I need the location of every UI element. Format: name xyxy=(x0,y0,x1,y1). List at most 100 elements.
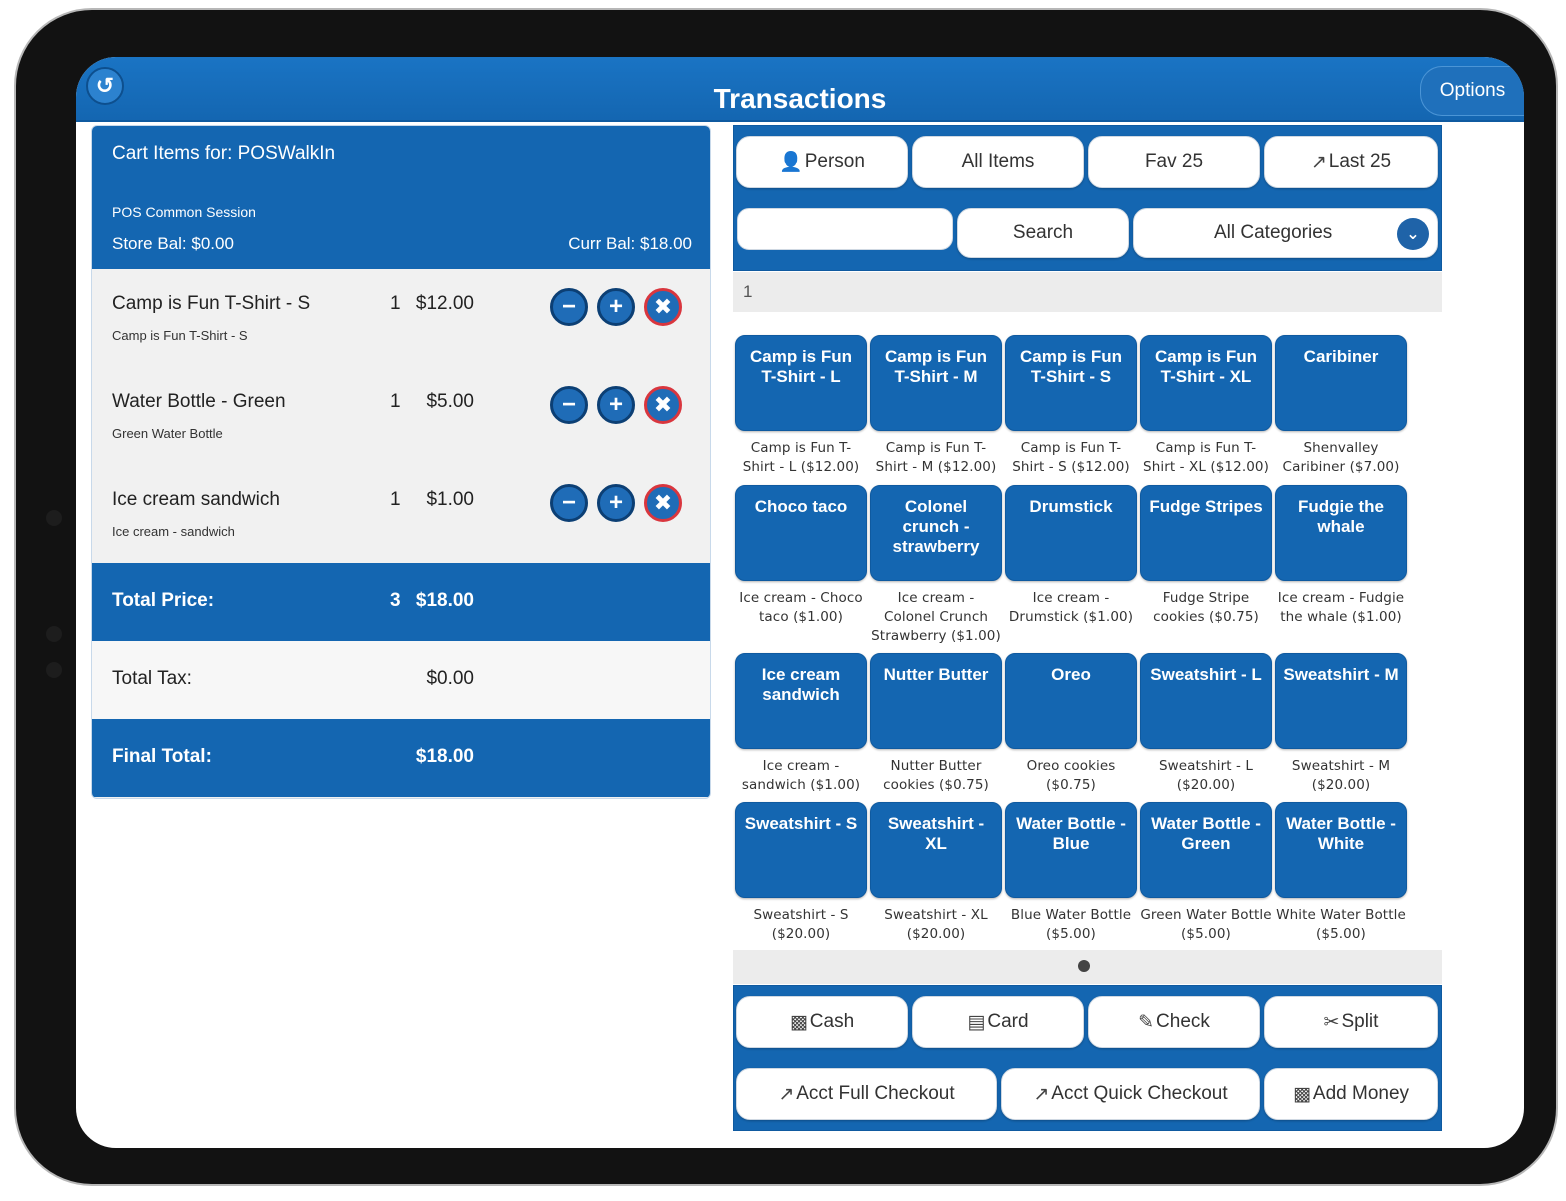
minus-icon: − xyxy=(561,391,576,418)
product-tile[interactable]: Sweatshirt - L Sweatshirt - L ($20.00) xyxy=(1140,653,1272,795)
product-tile[interactable]: Oreo Oreo cookies ($0.75) xyxy=(1005,653,1137,795)
product-caption: Ice cream - Colonel Crunch Strawberry ($… xyxy=(871,590,1001,644)
cart-item-name: Camp is Fun T-Shirt - S xyxy=(112,293,311,314)
acct-quick-label: Acct Quick Checkout xyxy=(1051,1083,1228,1104)
product-tile[interactable]: Colonel crunch - strawberry Ice cream - C… xyxy=(870,485,1002,646)
product-tile[interactable]: Fudgie the whale Ice cream - Fudgie the w… xyxy=(1275,485,1407,627)
product-button[interactable]: Sweatshirt - XL xyxy=(870,802,1002,898)
cart-item-price: $12.00 xyxy=(415,293,474,314)
payment-toolbar: ▩ Cash ▤ Card ✎ Check ✂ Split ↗ Acct Full Che… xyxy=(733,985,1442,1131)
increase-qty-button[interactable]: + xyxy=(597,288,635,326)
product-button[interactable]: Fudgie the whale xyxy=(1275,485,1407,581)
cash-button[interactable]: ▩ Cash xyxy=(736,996,908,1048)
product-button[interactable]: Camp is Fun T-Shirt - M xyxy=(870,335,1002,431)
cart-item-price: $1.00 xyxy=(426,489,474,510)
share-icon: ↗ xyxy=(1033,1083,1050,1105)
product-button[interactable]: Sweatshirt - M xyxy=(1275,653,1407,749)
decrease-qty-button[interactable]: − xyxy=(550,386,588,424)
product-button[interactable]: Sweatshirt - S xyxy=(735,802,867,898)
total-price-amount: $18.00 xyxy=(415,590,474,611)
total-price-row: Total Price: 3 $18.00 xyxy=(92,563,710,641)
product-button[interactable]: Ice cream sandwich xyxy=(735,653,867,749)
product-tile[interactable]: Caribiner Shenvalley Caribiner ($7.00) xyxy=(1275,335,1407,477)
fav25-button[interactable]: Fav 25 xyxy=(1088,136,1260,188)
category-select[interactable]: All Categories ⌄ xyxy=(1133,208,1438,258)
last25-label: Last 25 xyxy=(1328,151,1392,172)
header-bar: ↺ Transactions Options xyxy=(76,57,1524,122)
product-button[interactable]: Fudge Stripes xyxy=(1140,485,1272,581)
remove-item-button[interactable]: ✖ xyxy=(644,484,682,522)
sensor-dot xyxy=(46,626,62,642)
total-price-label: Total Price: xyxy=(112,590,215,611)
product-caption: Sweatshirt - S ($20.00) xyxy=(753,907,849,942)
pager-bar xyxy=(733,950,1442,984)
search-button[interactable]: Search xyxy=(957,208,1129,258)
split-button[interactable]: ✂ Split xyxy=(1264,996,1438,1048)
plus-icon: + xyxy=(608,391,623,418)
current-balance: Curr Bal: $18.00 xyxy=(568,234,692,253)
tablet-frame: ↺ Transactions Options Cart Items for: P… xyxy=(14,8,1558,1186)
camera-dot xyxy=(46,510,62,526)
product-tile[interactable]: Water Bottle - Blue Blue Water Bottle ($5… xyxy=(1005,802,1137,944)
product-caption: Green Water Bottle ($5.00) xyxy=(1140,907,1272,942)
plus-icon: + xyxy=(608,489,623,516)
product-tile[interactable]: Camp is Fun T-Shirt - XL Camp is Fun T-Sh… xyxy=(1140,335,1272,477)
product-button[interactable]: Colonel crunch - strawberry xyxy=(870,485,1002,581)
product-button[interactable]: Camp is Fun T-Shirt - L xyxy=(735,335,867,431)
last25-button[interactable]: ↗ Last 25 xyxy=(1264,136,1438,188)
search-input[interactable] xyxy=(737,208,953,250)
options-button[interactable]: Options xyxy=(1420,66,1524,116)
product-tile[interactable]: Camp is Fun T-Shirt - M Camp is Fun T-Shi… xyxy=(870,335,1002,477)
product-button[interactable]: Water Bottle - White xyxy=(1275,802,1407,898)
product-button[interactable]: Water Bottle - Green xyxy=(1140,802,1272,898)
product-button[interactable]: Sweatshirt - L xyxy=(1140,653,1272,749)
product-button[interactable]: Water Bottle - Blue xyxy=(1005,802,1137,898)
product-button[interactable]: Caribiner xyxy=(1275,335,1407,431)
product-tile[interactable]: Sweatshirt - M Sweatshirt - M ($20.00) xyxy=(1275,653,1407,795)
app-screen: ↺ Transactions Options Cart Items for: P… xyxy=(76,57,1524,1148)
all-items-button[interactable]: All Items xyxy=(912,136,1084,188)
product-button[interactable]: Camp is Fun T-Shirt - XL xyxy=(1140,335,1272,431)
product-caption: Fudge Stripe cookies ($0.75) xyxy=(1153,590,1259,625)
product-tile[interactable]: Choco taco Ice cream - Choco taco ($1.00) xyxy=(735,485,867,627)
person-button[interactable]: 👤 Person xyxy=(736,136,908,188)
cart-header: Cart Items for: POSWalkIn POS Common Ses… xyxy=(92,126,710,269)
product-button[interactable]: Drumstick xyxy=(1005,485,1137,581)
remove-item-button[interactable]: ✖ xyxy=(644,288,682,326)
add-money-button[interactable]: ▩ Add Money xyxy=(1264,1068,1438,1120)
product-button[interactable]: Choco taco xyxy=(735,485,867,581)
product-caption: Camp is Fun T-Shirt - M ($12.00) xyxy=(875,440,997,475)
increase-qty-button[interactable]: + xyxy=(597,386,635,424)
increase-qty-button[interactable]: + xyxy=(597,484,635,522)
product-tile[interactable]: Fudge Stripes Fudge Stripe cookies ($0.75… xyxy=(1140,485,1272,627)
cart-item: Camp is Fun T-Shirt - S Camp is Fun T-Sh… xyxy=(92,269,710,367)
product-caption: Camp is Fun T-Shirt - L ($12.00) xyxy=(742,440,860,475)
final-total-row: Final Total: $18.00 xyxy=(92,719,710,797)
page-number: 1 xyxy=(743,282,753,301)
product-tile[interactable]: Sweatshirt - S Sweatshirt - S ($20.00) xyxy=(735,802,867,944)
product-tile[interactable]: Drumstick Ice cream - Drumstick ($1.00) xyxy=(1005,485,1137,627)
product-tile[interactable]: Water Bottle - White White Water Bottle (… xyxy=(1275,802,1407,944)
page-dot[interactable] xyxy=(1078,960,1090,972)
product-button[interactable]: Nutter Butter xyxy=(870,653,1002,749)
remove-icon: ✖ xyxy=(653,392,673,417)
product-tile[interactable]: Ice cream sandwich Ice cream - sandwich (… xyxy=(735,653,867,795)
product-tile[interactable]: Camp is Fun T-Shirt - L Camp is Fun T-Shi… xyxy=(735,335,867,477)
product-tile[interactable]: Water Bottle - Green Green Water Bottle (… xyxy=(1140,802,1272,944)
card-button[interactable]: ▤ Card xyxy=(912,996,1084,1048)
decrease-qty-button[interactable]: − xyxy=(550,484,588,522)
check-label: Check xyxy=(1156,1011,1210,1032)
product-button[interactable]: Camp is Fun T-Shirt - S xyxy=(1005,335,1137,431)
decrease-qty-button[interactable]: − xyxy=(550,288,588,326)
remove-item-button[interactable]: ✖ xyxy=(644,386,682,424)
product-button[interactable]: Oreo xyxy=(1005,653,1137,749)
acct-quick-checkout-button[interactable]: ↗ Acct Quick Checkout xyxy=(1001,1068,1260,1120)
product-caption: Ice cream - Drumstick ($1.00) xyxy=(1008,590,1134,625)
acct-full-checkout-button[interactable]: ↗ Acct Full Checkout xyxy=(736,1068,997,1120)
product-tile[interactable]: Camp is Fun T-Shirt - S Camp is Fun T-Shi… xyxy=(1005,335,1137,477)
product-caption: White Water Bottle ($5.00) xyxy=(1276,907,1406,942)
product-tile[interactable]: Nutter Butter Nutter Butter cookies ($0.7… xyxy=(870,653,1002,795)
add-money-label: Add Money xyxy=(1312,1083,1410,1104)
check-button[interactable]: ✎ Check xyxy=(1088,996,1260,1048)
product-tile[interactable]: Sweatshirt - XL Sweatshirt - XL ($20.00) xyxy=(870,802,1002,944)
